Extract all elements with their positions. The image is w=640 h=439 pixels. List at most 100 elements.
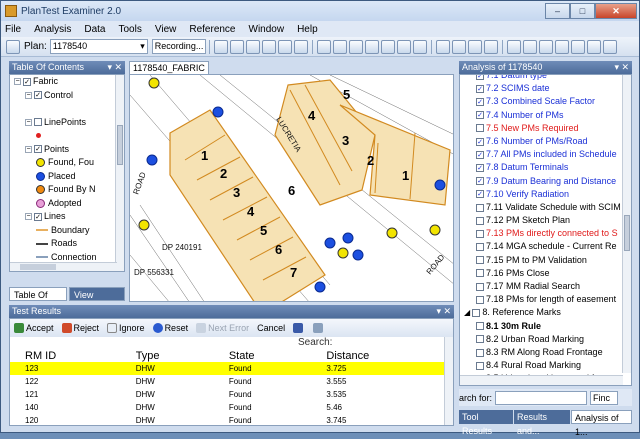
- column-header[interactable]: RM ID: [10, 349, 121, 362]
- toc-pin-icon[interactable]: ▾ ✕: [107, 61, 122, 74]
- menu-item[interactable]: Tools: [119, 24, 142, 35]
- table-row[interactable]: 120 DHW Found 3.745: [10, 414, 450, 425]
- column-header[interactable]: Distance: [311, 349, 450, 362]
- expander-icon[interactable]: −: [25, 213, 32, 221]
- analysis-item[interactable]: 7.11 Validate Schedule with SCIM: [460, 201, 631, 214]
- analysis-item[interactable]: 7.5 New PMs Required: [460, 122, 631, 135]
- toc-item[interactable]: Roads: [10, 237, 124, 251]
- toc-item[interactable]: − LinePoints: [10, 116, 124, 130]
- expander-icon[interactable]: −: [14, 78, 21, 86]
- grid-icon[interactable]: [277, 39, 292, 54]
- analysis-checkbox[interactable]: [476, 361, 484, 370]
- analysis-item[interactable]: ✓ 7.1 Datum type: [460, 75, 631, 82]
- layer-checkbox[interactable]: [34, 118, 42, 127]
- analysis-checkbox[interactable]: [476, 124, 484, 133]
- analysis-checkbox[interactable]: [476, 243, 484, 252]
- toc-item[interactable]: Placed: [10, 170, 124, 184]
- draw-icon[interactable]: [570, 39, 585, 54]
- menu-item[interactable]: Help: [297, 24, 318, 35]
- pan-icon[interactable]: [348, 39, 363, 54]
- analysis-item[interactable]: ✓ 7.8 Datum Terminals: [460, 161, 631, 174]
- column-header[interactable]: State: [214, 349, 312, 362]
- analysis-vertical-scrollbar[interactable]: [622, 75, 631, 373]
- measure-icon[interactable]: [467, 39, 482, 54]
- analysis-checkbox[interactable]: ✓: [476, 75, 484, 80]
- flag-icon[interactable]: [586, 39, 601, 54]
- analysis-checkbox[interactable]: [476, 216, 484, 225]
- layer-checkbox[interactable]: ✓: [34, 91, 42, 100]
- table-icon[interactable]: [229, 39, 244, 54]
- tab-results-and[interactable]: Results and...: [514, 410, 570, 436]
- layer-checkbox[interactable]: ✓: [23, 77, 31, 86]
- edit-icon[interactable]: [554, 39, 569, 54]
- expander-icon[interactable]: −: [25, 118, 32, 126]
- map-canvas[interactable]: 1 2 3 4 5 6 7 1 2 3 4 5 6 LUCRETIA ROAD …: [129, 74, 454, 302]
- analysis-checkbox[interactable]: ✓: [476, 177, 484, 186]
- analysis-horizontal-scrollbar[interactable]: [460, 375, 623, 385]
- analysis-item[interactable]: 7.16 PMs Close: [460, 267, 631, 280]
- search-icon[interactable]: [506, 39, 521, 54]
- recording-button[interactable]: Recording...: [151, 39, 206, 54]
- analysis-checkbox[interactable]: [476, 269, 484, 278]
- select-icon[interactable]: [213, 39, 228, 54]
- analysis-checkbox[interactable]: ✓: [476, 190, 484, 199]
- analysis-checkbox[interactable]: ✓: [476, 163, 484, 172]
- scroll-thumb[interactable]: [20, 264, 56, 270]
- plan-combobox[interactable]: 1178540: [49, 39, 148, 54]
- analysis-checkbox[interactable]: ✓: [476, 84, 484, 93]
- analysis-item[interactable]: ✓ 7.6 Number of PMs/Road: [460, 135, 631, 148]
- analysis-checkbox[interactable]: ✓: [476, 111, 484, 120]
- toc-item[interactable]: − ✓ Lines: [10, 210, 124, 224]
- analysis-item[interactable]: ✓ 7.9 Datum Bearing and Distance: [460, 175, 631, 188]
- analysis-checkbox[interactable]: [476, 229, 484, 238]
- scroll-thumb[interactable]: [117, 125, 123, 165]
- menu-item[interactable]: Analysis: [34, 24, 71, 35]
- zoom-in-icon[interactable]: [316, 39, 331, 54]
- ignore-button[interactable]: Ignore: [107, 323, 145, 333]
- zoom-out-icon[interactable]: [332, 39, 347, 54]
- analysis-item[interactable]: ✓ 7.3 Combined Scale Factor: [460, 95, 631, 108]
- column-header[interactable]: Type: [121, 349, 214, 362]
- analysis-checkbox[interactable]: [476, 295, 484, 304]
- accept-button[interactable]: Accept: [14, 323, 54, 333]
- analysis-checkbox[interactable]: ✓: [476, 150, 484, 159]
- tool-icon[interactable]: [522, 39, 537, 54]
- analysis-checkbox[interactable]: [476, 335, 484, 344]
- minimize-button[interactable]: –: [545, 3, 570, 19]
- analysis-item[interactable]: 7.17 MM Radial Search: [460, 280, 631, 293]
- identify-icon[interactable]: [451, 39, 466, 54]
- forward-icon[interactable]: [435, 39, 450, 54]
- analysis-checkbox[interactable]: [472, 309, 481, 317]
- toc-vertical-scrollbar[interactable]: [115, 75, 124, 271]
- toc-item[interactable]: Found By N: [10, 183, 124, 197]
- cancel-button[interactable]: Cancel: [257, 323, 285, 333]
- map-document-tab[interactable]: 1178540_FABRIC ✕: [129, 61, 209, 85]
- toc-item[interactable]: − ✓ Fabric: [10, 75, 124, 89]
- tab-view-control[interactable]: View Control: [69, 287, 125, 314]
- toc-item[interactable]: − ✓ Control: [10, 89, 124, 103]
- menu-item[interactable]: Reference: [189, 24, 235, 35]
- fit-icon[interactable]: [380, 39, 395, 54]
- menu-item[interactable]: File: [5, 24, 21, 35]
- table-row[interactable]: 140 DHW Found 5.46: [10, 401, 450, 414]
- results-vertical-scrollbar[interactable]: [444, 337, 453, 425]
- search-input[interactable]: [495, 390, 588, 405]
- analysis-item[interactable]: 8.3 RM Along Road Frontage: [460, 346, 631, 359]
- calc-icon[interactable]: [538, 39, 553, 54]
- menu-item[interactable]: Data: [84, 24, 105, 35]
- analysis-checkbox[interactable]: ✓: [476, 137, 484, 146]
- analysis-item[interactable]: 8.6 Origin shown for all Found: [460, 386, 631, 387]
- expander-icon[interactable]: −: [25, 145, 32, 153]
- menu-item[interactable]: View: [155, 24, 177, 35]
- analysis-item[interactable]: ✓ 7.7 All PMs included in Schedule: [460, 148, 631, 161]
- maximize-button[interactable]: □: [570, 3, 595, 19]
- layer-icon[interactable]: [245, 39, 260, 54]
- results-pin-icon[interactable]: ▾ ✕: [436, 305, 451, 318]
- analysis-item[interactable]: ◢ 8. Reference Marks: [460, 306, 631, 319]
- toc-item[interactable]: − ✓ Points: [10, 143, 124, 157]
- analysis-item[interactable]: 7.13 PMs directly connected to S: [460, 227, 631, 240]
- analysis-checkbox[interactable]: [476, 256, 484, 265]
- analysis-checkbox[interactable]: [476, 282, 484, 291]
- scroll-thumb[interactable]: [624, 215, 630, 251]
- table-row[interactable]: 123 DHW Found 3.725: [10, 362, 450, 375]
